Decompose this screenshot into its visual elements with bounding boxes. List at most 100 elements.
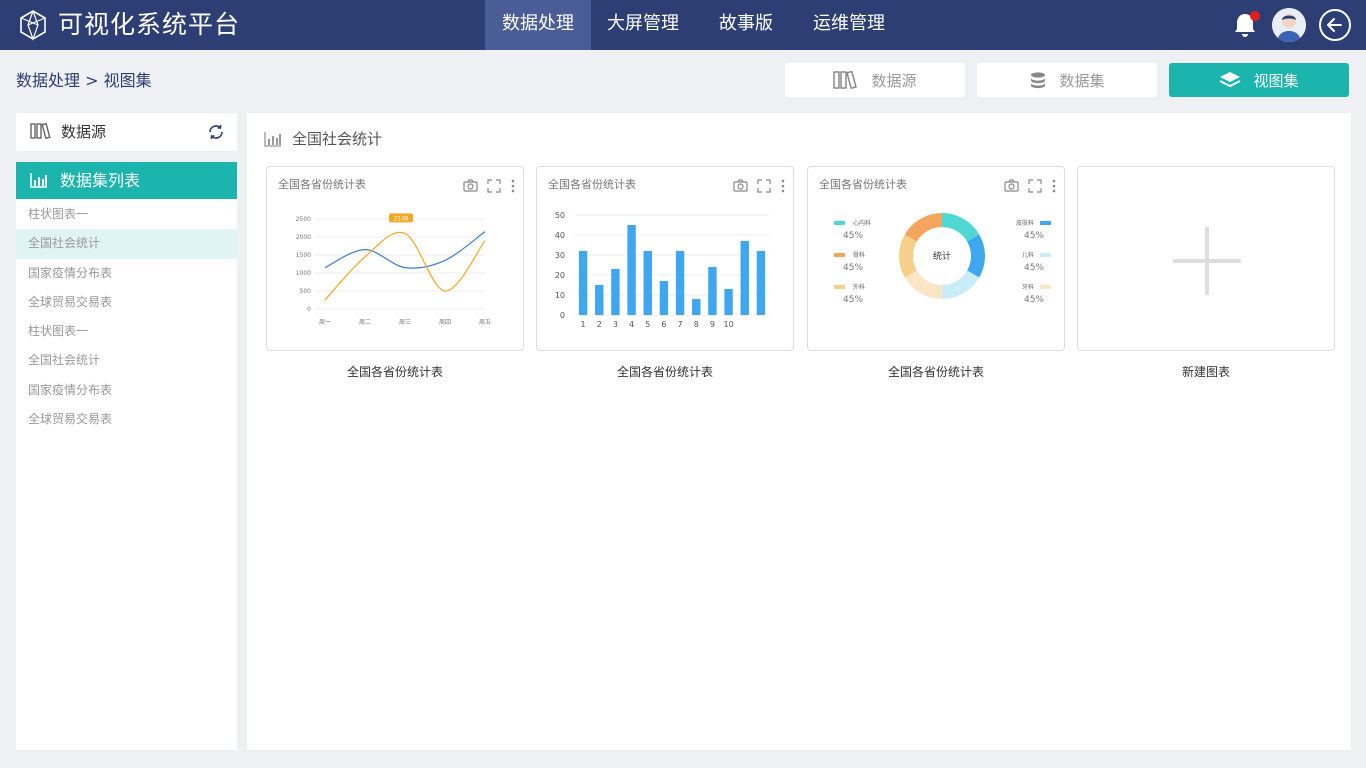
pie-slice xyxy=(942,213,980,242)
viewset-button[interactable]: 视图集 xyxy=(1169,63,1349,97)
bar xyxy=(595,285,604,315)
bar xyxy=(675,251,685,315)
card-caption: 全国各省份统计表 xyxy=(346,365,443,379)
legend-swatch xyxy=(1040,285,1051,289)
list-item[interactable]: 柱状图表一 xyxy=(16,317,237,346)
back-button[interactable] xyxy=(1319,9,1351,41)
books-icon xyxy=(833,71,858,89)
page-title: 全国社会统计 xyxy=(292,130,383,148)
y-tick-label: 50 xyxy=(555,211,565,220)
x-tick-label: 周五 xyxy=(479,319,491,326)
database-icon xyxy=(1031,72,1046,89)
legend-value: 45% xyxy=(1024,231,1044,241)
dataset-button-label: 数据集 xyxy=(1059,71,1105,90)
legend-swatch xyxy=(1040,253,1051,257)
pie-slice xyxy=(904,270,942,299)
x-tick-label: 周一 xyxy=(319,319,331,326)
nav-operations[interactable]: 运维管理 xyxy=(797,0,901,50)
card-caption: 全国各省份统计表 xyxy=(887,365,984,379)
y-tick-label: 20 xyxy=(555,271,565,280)
legend-label: 外科 xyxy=(853,283,865,291)
nav-storyboard[interactable]: 故事版 xyxy=(695,0,797,50)
x-tick-label: 周二 xyxy=(359,319,371,326)
bar xyxy=(756,251,766,315)
nav-data-processing[interactable]: 数据处理 xyxy=(485,0,591,50)
x-tick-label: 3 xyxy=(613,320,618,329)
bar xyxy=(627,225,636,315)
dataset-button[interactable]: 数据集 xyxy=(977,63,1157,97)
bell-icon[interactable] xyxy=(1230,10,1260,40)
breadcrumb: 数据处理 > 视图集 xyxy=(16,71,152,90)
card-caption: 全国各省份统计表 xyxy=(616,365,713,379)
legend-label: 骨科 xyxy=(853,251,865,259)
new-chart-card[interactable] xyxy=(1077,166,1335,351)
datasource-button-label: 数据源 xyxy=(871,71,917,90)
list-item[interactable]: 国家疫情分布表 xyxy=(16,376,237,405)
line-chart-svg: 0 500 1000 1500 2000 2500 周一 周二 周三 周四 周五 2108 xyxy=(296,213,491,326)
plus-icon xyxy=(1173,227,1241,295)
refresh-icon[interactable] xyxy=(207,123,225,141)
y-tick-label: 1000 xyxy=(296,270,311,277)
bar xyxy=(692,299,701,315)
viewset-button-label: 视图集 xyxy=(1253,71,1299,90)
x-tick-label: 5 xyxy=(645,320,650,329)
pie-slice xyxy=(967,234,985,278)
legend-value: 45% xyxy=(1024,295,1044,305)
y-tick-label: 1500 xyxy=(296,252,311,259)
tooltip-label: 2108 xyxy=(393,215,408,222)
chart-card-line[interactable]: 全国各省份统计表 0 500 1000 1500 2000 2500 周一 周二 周三 周四 周五 2… xyxy=(266,166,524,351)
bar xyxy=(708,267,717,315)
legend-value: 45% xyxy=(843,295,863,305)
series-line xyxy=(324,231,486,301)
x-tick-label: 4 xyxy=(629,320,634,329)
legend-swatch xyxy=(834,221,845,225)
bar xyxy=(578,251,588,315)
y-tick-label: 500 xyxy=(300,288,312,295)
nav-screen-management[interactable]: 大屏管理 xyxy=(591,0,695,50)
books-icon xyxy=(30,123,51,139)
legend-swatch xyxy=(834,285,845,289)
y-tick-label: 10 xyxy=(555,291,565,300)
bar xyxy=(611,269,620,315)
dataset-list-header: 数据集列表 xyxy=(16,162,237,199)
pie-slice xyxy=(899,234,917,278)
legend-label: 皮肤科 xyxy=(1016,219,1034,227)
list-item[interactable]: 全球贸易交易表 xyxy=(16,288,237,317)
top-bar: 可视化系统平台 数据处理 大屏管理 故事版 运维管理 xyxy=(0,0,1366,50)
list-item[interactable]: 全国社会统计 xyxy=(16,229,237,259)
x-tick-label: 2 xyxy=(597,320,602,329)
y-tick-label: 2500 xyxy=(296,216,311,223)
x-tick-label: 周三 xyxy=(399,319,411,326)
dataset-list-panel: 数据集列表 柱状图表一 全国社会统计 国家疫情分布表 全球贸易交易表 柱状图表一… xyxy=(16,162,237,750)
arrow-left-icon xyxy=(1327,18,1342,32)
legend-value: 45% xyxy=(843,231,863,241)
legend-label: 牙科 xyxy=(1022,283,1034,291)
bar xyxy=(724,289,733,315)
x-tick-label: 周四 xyxy=(439,319,451,326)
y-tick-label: 40 xyxy=(555,231,565,240)
list-item[interactable]: 全球贸易交易表 xyxy=(16,405,237,434)
legend-swatch xyxy=(834,253,845,257)
list-item[interactable]: 柱状图表一 xyxy=(16,200,237,229)
pie-center-label: 统计 xyxy=(933,250,951,262)
y-tick-label: 30 xyxy=(555,251,565,260)
legend-swatch xyxy=(1040,221,1051,225)
legend-label: 心内科 xyxy=(853,219,871,227)
datasource-selector[interactable]: 数据源 xyxy=(16,113,237,151)
x-tick-label: 9 xyxy=(710,320,715,329)
chart-card-bar[interactable]: 全国各省份统计表 0 10 20 30 40 50 1 2 3 4 5 6 7 8 9 10 xyxy=(536,166,794,351)
bar xyxy=(659,281,669,315)
x-tick-label: 7 xyxy=(678,320,683,329)
avatar[interactable] xyxy=(1272,8,1306,42)
datasource-button[interactable]: 数据源 xyxy=(785,63,965,97)
x-tick-label: 8 xyxy=(694,320,699,329)
list-item[interactable]: 全国社会统计 xyxy=(16,346,237,375)
x-tick-label: 6 xyxy=(661,320,666,329)
chart-icon xyxy=(264,132,281,147)
list-item[interactable]: 国家疫情分布表 xyxy=(16,259,237,288)
legend-label: 儿科 xyxy=(1022,251,1034,259)
chart-card-pie[interactable]: 全国各省份统计表 统计 心内科 45% 骨科 45% 外科 45% 皮肤科 45% 儿科 45% 牙科… xyxy=(807,166,1065,351)
y-tick-label: 2000 xyxy=(296,234,311,241)
new-chart-caption: 新建图表 xyxy=(1181,365,1230,379)
datasource-label: 数据源 xyxy=(61,123,107,141)
